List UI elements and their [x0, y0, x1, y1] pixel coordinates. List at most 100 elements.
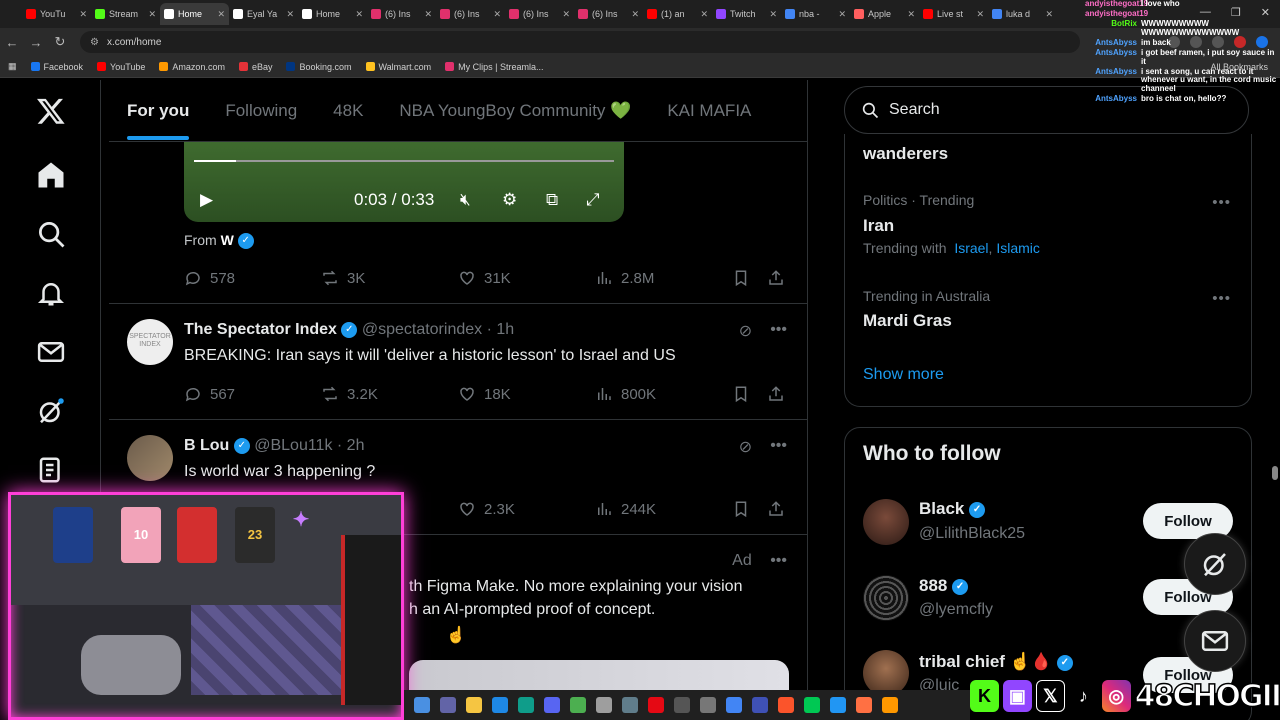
tab-close-icon[interactable]: ✕	[493, 9, 501, 20]
feed-tab[interactable]: NBA YoungBoy Community 💚	[381, 80, 649, 142]
taskbar-app-icon[interactable]	[622, 697, 638, 713]
taskbar-app-icon[interactable]	[752, 697, 768, 713]
back-icon[interactable]: ←	[0, 35, 24, 50]
notifications-bell-icon[interactable]	[36, 278, 68, 310]
feed-tab[interactable]: For you	[109, 80, 207, 142]
browser-tab[interactable]: (1) an ✕	[643, 3, 712, 25]
grok-floating-button[interactable]	[1184, 533, 1246, 595]
tab-close-icon[interactable]: ✕	[424, 9, 432, 20]
more-options-icon[interactable]: •••	[770, 552, 787, 569]
bookmark-item[interactable]: My Clips | Streamla...	[445, 62, 544, 72]
account-handle[interactable]: @lyemcfly	[919, 601, 993, 619]
taskbar-app-icon[interactable]	[830, 697, 846, 713]
tab-close-icon[interactable]: ✕	[355, 9, 363, 20]
settings-gear-icon[interactable]: ⚙	[502, 190, 517, 210]
feed-tab[interactable]: 48K	[315, 80, 381, 142]
reply-button[interactable]: 567	[184, 385, 321, 403]
views-button[interactable]: 2.8M	[595, 269, 732, 287]
video-source[interactable]: From W ✓	[184, 232, 254, 250]
video-player[interactable]: ▶ 0:03 / 0:33 🔇︎ ⚙ ⧉ ⤢	[184, 142, 624, 222]
browser-tab[interactable]: Eyal Ya ✕	[229, 3, 298, 25]
apps-icon[interactable]: ▦	[8, 61, 17, 72]
browser-tab[interactable]: Stream ✕	[91, 3, 160, 25]
browser-tab[interactable]: luka d ✕	[988, 3, 1057, 25]
feed-tab[interactable]: Following	[207, 80, 315, 142]
bookmark-button[interactable]	[732, 269, 767, 287]
netflix-icon[interactable]	[648, 697, 664, 713]
trend-title[interactable]: Mardi Gras	[863, 311, 952, 331]
views-button[interactable]: 244K	[595, 500, 732, 518]
taskbar-app-icon[interactable]	[700, 697, 716, 713]
tab-close-icon[interactable]: ✕	[769, 9, 777, 20]
tab-close-icon[interactable]: ✕	[1045, 9, 1053, 20]
url-field[interactable]: ⚙ x.com/home	[80, 31, 1080, 53]
taskbar-app-icon[interactable]	[414, 697, 430, 713]
share-button[interactable]	[767, 500, 785, 518]
store-icon[interactable]	[492, 697, 508, 713]
tab-close-icon[interactable]: ✕	[976, 9, 984, 20]
explore-search-icon[interactable]	[36, 219, 68, 251]
tab-close-icon[interactable]: ✕	[79, 9, 87, 20]
browser-tab[interactable]: (6) Ins ✕	[505, 3, 574, 25]
grok-icon[interactable]: ⊘	[739, 437, 752, 457]
account-name[interactable]: Black ✓	[919, 499, 986, 519]
forward-icon[interactable]: →	[24, 35, 48, 50]
tab-close-icon[interactable]: ✕	[217, 9, 225, 20]
like-button[interactable]: 2.3K	[458, 500, 595, 518]
discord-icon[interactable]	[544, 697, 560, 713]
post-time[interactable]: · 1h	[487, 321, 515, 338]
messages-mail-icon[interactable]	[36, 337, 68, 369]
grok-icon[interactable]	[36, 396, 68, 428]
home-icon[interactable]	[36, 160, 68, 192]
browser-tab[interactable]: (6) Ins ✕	[367, 3, 436, 25]
taskbar-app-icon[interactable]	[570, 697, 586, 713]
play-icon[interactable]: ▶	[200, 190, 213, 210]
bookmark-item[interactable]: Amazon.com	[159, 62, 225, 72]
avatar[interactable]: SPECTATOR INDEX	[127, 319, 173, 365]
tab-close-icon[interactable]: ✕	[907, 9, 915, 20]
repost-button[interactable]: 3K	[321, 269, 458, 287]
more-options-icon[interactable]: •••	[1212, 194, 1231, 211]
more-options-icon[interactable]: •••	[1212, 290, 1231, 307]
scrollbar-thumb[interactable]	[1272, 466, 1278, 480]
teams-icon[interactable]	[440, 697, 456, 713]
browser-tab[interactable]: (6) Ins ✕	[436, 3, 505, 25]
browser-tab[interactable]: (6) Ins ✕	[574, 3, 643, 25]
share-button[interactable]	[767, 385, 785, 403]
bookmark-item[interactable]: Booking.com	[286, 62, 352, 72]
browser-tab[interactable]: nba - ✕	[781, 3, 850, 25]
lists-icon[interactable]	[36, 455, 68, 487]
bookmark-item[interactable]: YouTube	[97, 62, 145, 72]
author-name[interactable]: B Lou	[184, 437, 229, 454]
trend-link-israel[interactable]: Israel	[954, 240, 988, 256]
bookmark-item[interactable]: Facebook	[30, 62, 83, 72]
author-handle[interactable]: @spectatorindex	[362, 321, 482, 338]
browser-tab[interactable]: YouTu ✕	[22, 3, 91, 25]
bookmark-item[interactable]: Walmart.com	[365, 62, 431, 72]
tab-close-icon[interactable]: ✕	[838, 9, 846, 20]
taskbar-app-icon[interactable]	[856, 697, 872, 713]
trend-link-islamic[interactable]: Islamic	[996, 240, 1040, 256]
bookmark-button[interactable]	[732, 500, 767, 518]
account-name[interactable]: 888 ✓	[919, 576, 969, 596]
site-info-icon[interactable]: ⚙	[90, 37, 99, 48]
author-name[interactable]: The Spectator Index	[184, 321, 337, 338]
reply-button[interactable]: 578	[184, 269, 321, 287]
account-handle[interactable]: @LilithBlack25	[919, 525, 1025, 543]
grok-icon[interactable]: ⊘	[739, 321, 752, 341]
edge-icon[interactable]	[518, 697, 534, 713]
fullscreen-icon[interactable]: ⤢	[586, 190, 600, 210]
more-options-icon[interactable]: •••	[770, 437, 787, 457]
tab-close-icon[interactable]: ✕	[631, 9, 639, 20]
views-button[interactable]: 800K	[595, 385, 732, 403]
file-explorer-icon[interactable]	[466, 697, 482, 713]
browser-tab[interactable]: Apple ✕	[850, 3, 919, 25]
account-name[interactable]: tribal chief ☝️🩸 ✓	[919, 652, 1073, 672]
share-button[interactable]	[767, 269, 785, 287]
taskbar-app-icon[interactable]	[674, 697, 690, 713]
x-logo-icon[interactable]	[36, 96, 68, 128]
avatar[interactable]	[863, 499, 909, 545]
browser-tab[interactable]: Twitch ✕	[712, 3, 781, 25]
brave-icon[interactable]	[778, 697, 794, 713]
messages-floating-button[interactable]	[1184, 610, 1246, 672]
